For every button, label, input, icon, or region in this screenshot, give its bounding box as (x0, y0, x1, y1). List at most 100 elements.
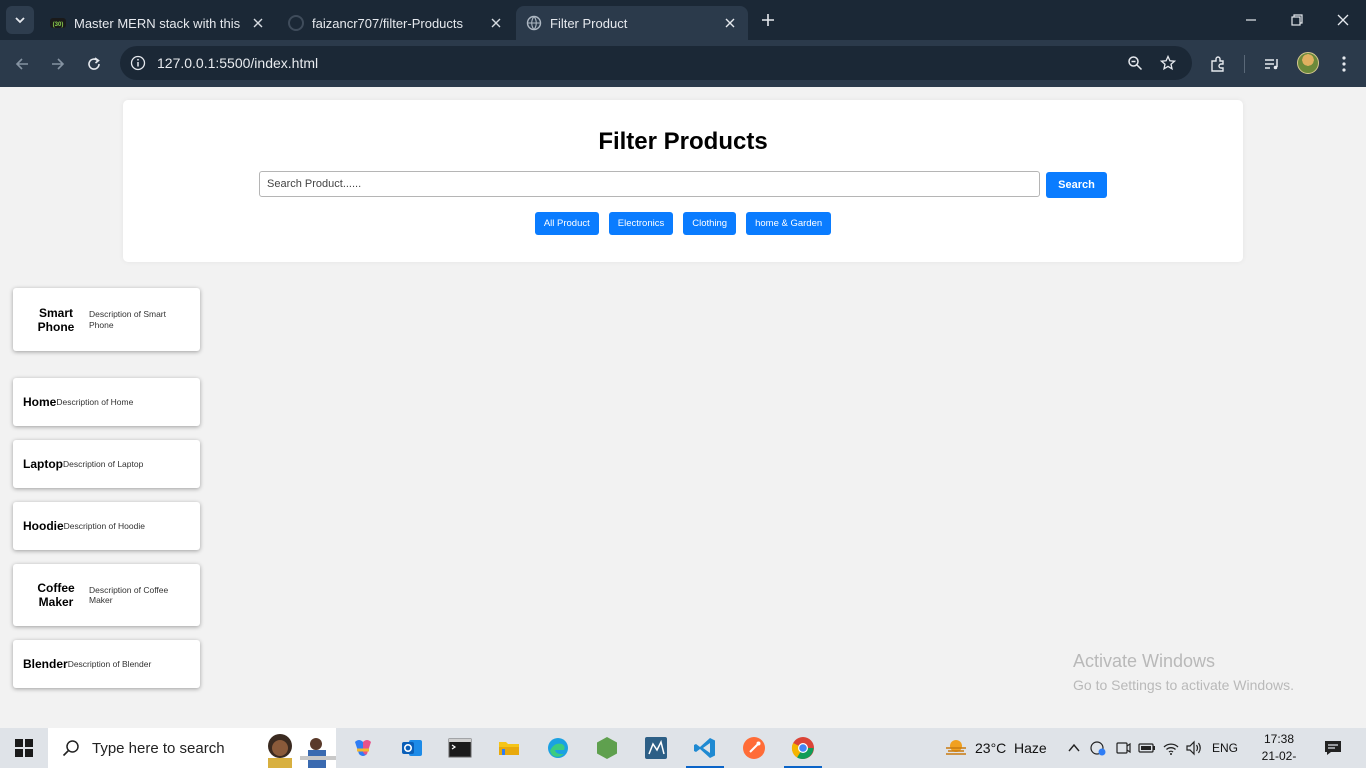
outlook-icon (402, 740, 422, 756)
arrow-left-icon (15, 58, 28, 70)
new-tab-button[interactable] (756, 8, 780, 32)
search-input[interactable] (259, 171, 1040, 197)
tab-search-button[interactable] (6, 6, 34, 34)
product-description: Description of Smart Phone (89, 309, 166, 330)
plus-icon (762, 14, 774, 26)
chevron-down-icon (15, 17, 25, 24)
system-clock[interactable]: 17:38 21-02-2025 (1249, 731, 1309, 768)
tab-title: faizancr707/filter-Products (312, 15, 464, 31)
browser-toolbar: 127.0.0.1:5500/index.html (0, 40, 1366, 87)
taskbar-outlook[interactable] (389, 728, 435, 768)
activation-watermark-subtitle: Go to Settings to activate Windows. (1073, 677, 1294, 693)
reload-button[interactable] (80, 50, 108, 78)
clock-date: 21-02-2025 (1261, 749, 1297, 768)
product-card: Smart Phone Description of Smart Phone (13, 288, 200, 351)
taskbar-postman[interactable] (731, 728, 777, 768)
folder-icon (499, 742, 519, 755)
site-info-icon[interactable] (128, 53, 148, 73)
close-icon (1337, 14, 1349, 26)
weather-temperature: 23°C (975, 740, 1007, 756)
filter-clothing-button[interactable]: Clothing (683, 212, 737, 235)
minimize-icon (1246, 19, 1256, 21)
tab-github-repo[interactable]: faizancr707/filter-Products (278, 6, 514, 40)
close-window-button[interactable] (1320, 0, 1366, 40)
address-bar[interactable]: 127.0.0.1:5500/index.html (120, 46, 1192, 80)
meet-now-icon[interactable] (1113, 738, 1133, 758)
filter-home-garden-button[interactable]: home & Garden (746, 212, 832, 235)
chrome-icon (791, 737, 814, 759)
restore-button[interactable] (1274, 0, 1320, 40)
product-name: Hoodie (23, 519, 64, 533)
postman-icon (743, 737, 765, 759)
product-name: Home (23, 395, 57, 409)
filter-panel: Filter Products Search All Product Elect… (123, 100, 1243, 262)
vscode-icon (694, 738, 715, 758)
search-button[interactable]: Search (1046, 172, 1107, 198)
filter-all-products-button[interactable]: All Product (534, 212, 599, 235)
browser-tab-strip: (30) Master MERN stack with this ce faiz… (0, 0, 1366, 40)
terminal-icon (448, 738, 472, 758)
product-card: Laptop Description of Laptop (13, 440, 200, 488)
edge-icon (548, 738, 568, 758)
filter-electronics-button[interactable]: Electronics (608, 212, 674, 235)
restore-icon (1291, 14, 1303, 26)
forward-button[interactable] (44, 50, 72, 78)
taskbar-search-box[interactable]: Type here to search (48, 728, 336, 768)
windows-taskbar: Type here to search 23°C Haze ENG 17:38 … (0, 728, 1366, 768)
taskbar-vscode[interactable] (682, 728, 728, 768)
database-workbench-icon (645, 737, 667, 759)
close-icon[interactable] (722, 15, 738, 31)
product-card: Coffee Maker Description of Coffee Maker (13, 564, 200, 626)
tab-filter-product[interactable]: Filter Product (516, 6, 748, 40)
taskbar-mysql-workbench[interactable] (633, 728, 679, 768)
clock-time: 17:38 (1263, 732, 1295, 746)
media-control-icon[interactable] (1260, 52, 1284, 76)
globe-icon (526, 15, 542, 31)
start-button[interactable] (0, 728, 48, 768)
product-description: Description of Laptop (63, 458, 144, 469)
onedrive-icon[interactable] (1088, 738, 1108, 758)
url-text: 127.0.0.1:5500/index.html (157, 55, 319, 71)
taskbar-chrome[interactable] (780, 728, 826, 768)
zoom-icon[interactable] (1125, 53, 1145, 73)
battery-icon[interactable] (1137, 738, 1157, 758)
bookmark-star-icon[interactable] (1158, 53, 1178, 73)
taskbar-edge[interactable] (535, 728, 581, 768)
taskbar-terminal[interactable] (437, 728, 483, 768)
profile-avatar[interactable] (1297, 52, 1319, 74)
volume-icon[interactable] (1184, 738, 1204, 758)
toolbar-divider (1244, 55, 1245, 73)
input-language[interactable]: ENG (1212, 741, 1238, 755)
taskbar-search-placeholder: Type here to search (92, 739, 225, 757)
wifi-icon[interactable] (1161, 738, 1181, 758)
kebab-menu-icon[interactable] (1332, 52, 1356, 76)
category-filters: All Product Electronics Clothing home & … (123, 212, 1243, 235)
product-card: Blender Description of Blender (13, 640, 200, 688)
taskbar-copilot[interactable] (340, 728, 386, 768)
extensions-icon[interactable] (1206, 52, 1230, 76)
arrow-right-icon (52, 58, 65, 70)
taskbar-file-explorer[interactable] (486, 728, 532, 768)
product-description: Description of Coffee Maker (89, 584, 169, 605)
close-icon[interactable] (250, 15, 266, 31)
page-viewport: Filter Products Search All Product Elect… (0, 87, 1366, 728)
product-name: Smart Phone (37, 305, 75, 334)
minimize-button[interactable] (1228, 0, 1274, 40)
search-highlight-illustration (268, 734, 336, 768)
copilot-icon (355, 740, 371, 756)
product-card: Hoodie Description of Hoodie (13, 502, 200, 550)
reload-icon (88, 57, 100, 70)
weather-haze-icon[interactable] (944, 738, 968, 758)
chevron-up-icon[interactable] (1064, 738, 1084, 758)
close-icon[interactable] (488, 15, 504, 31)
notifications-icon[interactable] (1323, 738, 1343, 758)
tab-title: Filter Product (550, 15, 628, 31)
back-button[interactable] (8, 50, 36, 78)
tab-mern-course[interactable]: (30) Master MERN stack with this ce (40, 6, 276, 40)
tab-title: Master MERN stack with this ce (74, 15, 244, 31)
product-description: Description of Blender (67, 658, 152, 669)
taskbar-nodejs[interactable] (584, 728, 630, 768)
product-name: Coffee Maker (37, 581, 75, 609)
product-description: Description of Home (56, 396, 134, 407)
windows-logo-icon (15, 739, 33, 757)
